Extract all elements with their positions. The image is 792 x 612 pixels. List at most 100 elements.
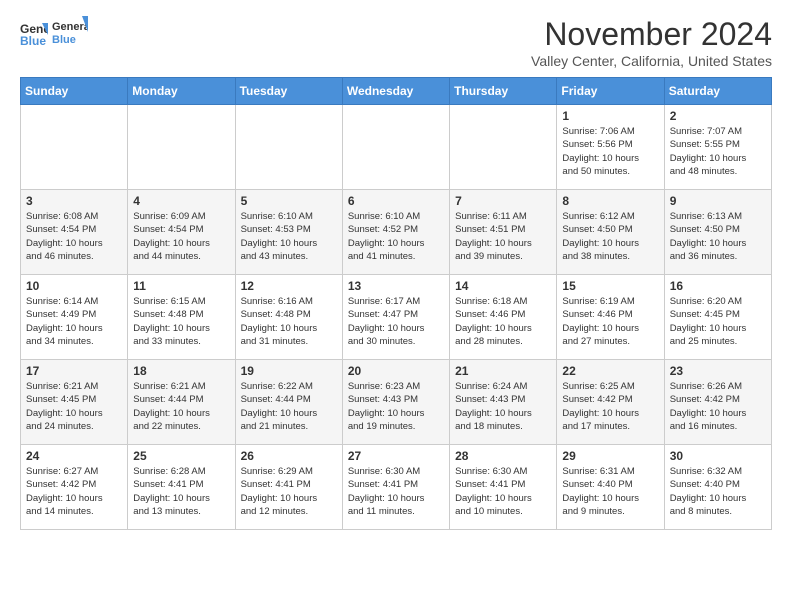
header: General Blue General Blue November 2024 … [20,16,772,69]
week-row-2: 3 Sunrise: 6:08 AM Sunset: 4:54 PM Daylig… [21,190,772,275]
calendar-cell: 12 Sunrise: 6:16 AM Sunset: 4:48 PM Dayli… [235,275,342,360]
location-title: Valley Center, California, United States [531,53,772,69]
day-number: 13 [348,279,444,293]
day-number: 22 [562,364,658,378]
day-number: 28 [455,449,551,463]
day-number: 12 [241,279,337,293]
header-sunday: Sunday [21,78,128,105]
day-number: 30 [670,449,766,463]
day-info: Sunrise: 6:17 AM Sunset: 4:47 PM Dayligh… [348,295,444,348]
calendar-cell: 15Sunrise: 6:19 AM Sunset: 4:46 PM Dayli… [557,275,664,360]
calendar-cell: 10 Sunrise: 6:14 AM Sunset: 4:49 PM Dayli… [21,275,128,360]
day-number: 10 [26,279,122,293]
day-number: 11 [133,279,229,293]
day-number: 24 [26,449,122,463]
day-number: 25 [133,449,229,463]
day-info: Sunrise: 6:13 AM Sunset: 4:50 PM Dayligh… [670,210,766,263]
calendar-cell: 23Sunrise: 6:26 AM Sunset: 4:42 PM Dayli… [664,360,771,445]
day-info: Sunrise: 6:16 AM Sunset: 4:48 PM Dayligh… [241,295,337,348]
day-number: 3 [26,194,122,208]
svg-text:Blue: Blue [20,34,46,47]
day-info: Sunrise: 6:27 AM Sunset: 4:42 PM Dayligh… [26,465,122,518]
calendar-cell: 2 Sunrise: 7:07 AM Sunset: 5:55 PM Daylig… [664,105,771,190]
calendar-cell: 17 Sunrise: 6:21 AM Sunset: 4:45 PM Dayli… [21,360,128,445]
day-info: Sunrise: 6:30 AM Sunset: 4:41 PM Dayligh… [348,465,444,518]
logo: General Blue General Blue [20,16,88,50]
day-info: Sunrise: 6:14 AM Sunset: 4:49 PM Dayligh… [26,295,122,348]
day-info: Sunrise: 6:32 AM Sunset: 4:40 PM Dayligh… [670,465,766,518]
day-number: 21 [455,364,551,378]
calendar-cell: 22 Sunrise: 6:25 AM Sunset: 4:42 PM Dayli… [557,360,664,445]
calendar-cell: 13 Sunrise: 6:17 AM Sunset: 4:47 PM Dayli… [342,275,449,360]
calendar-cell: 5Sunrise: 6:10 AM Sunset: 4:53 PM Daylig… [235,190,342,275]
day-info: Sunrise: 6:30 AM Sunset: 4:41 PM Dayligh… [455,465,551,518]
day-info: Sunrise: 6:08 AM Sunset: 4:54 PM Dayligh… [26,210,122,263]
calendar-cell: 14Sunrise: 6:18 AM Sunset: 4:46 PM Dayli… [450,275,557,360]
day-number: 26 [241,449,337,463]
day-number: 17 [26,364,122,378]
day-info: Sunrise: 7:06 AM Sunset: 5:56 PM Dayligh… [562,125,658,178]
header-wednesday: Wednesday [342,78,449,105]
header-monday: Monday [128,78,235,105]
header-saturday: Saturday [664,78,771,105]
calendar-cell: 3 Sunrise: 6:08 AM Sunset: 4:54 PM Daylig… [21,190,128,275]
calendar-cell: 30 Sunrise: 6:32 AM Sunset: 4:40 PM Dayli… [664,445,771,530]
calendar-cell [128,105,235,190]
day-info: Sunrise: 6:28 AM Sunset: 4:41 PM Dayligh… [133,465,229,518]
day-info: Sunrise: 6:29 AM Sunset: 4:41 PM Dayligh… [241,465,337,518]
day-info: Sunrise: 6:11 AM Sunset: 4:51 PM Dayligh… [455,210,551,263]
week-row-1: 1 Sunrise: 7:06 AM Sunset: 5:56 PM Daylig… [21,105,772,190]
day-info: Sunrise: 6:19 AM Sunset: 4:46 PM Dayligh… [562,295,658,348]
calendar-cell: 29 Sunrise: 6:31 AM Sunset: 4:40 PM Dayli… [557,445,664,530]
logo-icon: General Blue [20,19,48,47]
day-info: Sunrise: 6:21 AM Sunset: 4:44 PM Dayligh… [133,380,229,433]
day-info: Sunrise: 6:15 AM Sunset: 4:48 PM Dayligh… [133,295,229,348]
calendar-cell: 16 Sunrise: 6:20 AM Sunset: 4:45 PM Dayli… [664,275,771,360]
header-thursday: Thursday [450,78,557,105]
week-row-4: 17 Sunrise: 6:21 AM Sunset: 4:45 PM Dayli… [21,360,772,445]
calendar-cell: 4 Sunrise: 6:09 AM Sunset: 4:54 PM Daylig… [128,190,235,275]
day-number: 4 [133,194,229,208]
header-friday: Friday [557,78,664,105]
calendar-cell: 19Sunrise: 6:22 AM Sunset: 4:44 PM Dayli… [235,360,342,445]
calendar-cell: 27 Sunrise: 6:30 AM Sunset: 4:41 PM Dayli… [342,445,449,530]
day-number: 9 [670,194,766,208]
calendar-cell: 6 Sunrise: 6:10 AM Sunset: 4:52 PM Daylig… [342,190,449,275]
day-info: Sunrise: 6:18 AM Sunset: 4:46 PM Dayligh… [455,295,551,348]
day-number: 7 [455,194,551,208]
day-info: Sunrise: 7:07 AM Sunset: 5:55 PM Dayligh… [670,125,766,178]
calendar-cell: 24 Sunrise: 6:27 AM Sunset: 4:42 PM Dayli… [21,445,128,530]
calendar-cell: 18 Sunrise: 6:21 AM Sunset: 4:44 PM Dayli… [128,360,235,445]
day-info: Sunrise: 6:25 AM Sunset: 4:42 PM Dayligh… [562,380,658,433]
day-info: Sunrise: 6:10 AM Sunset: 4:53 PM Dayligh… [241,210,337,263]
day-info: Sunrise: 6:09 AM Sunset: 4:54 PM Dayligh… [133,210,229,263]
day-number: 23 [670,364,766,378]
day-number: 16 [670,279,766,293]
day-info: Sunrise: 6:10 AM Sunset: 4:52 PM Dayligh… [348,210,444,263]
day-number: 1 [562,109,658,123]
header-row: SundayMondayTuesdayWednesdayThursdayFrid… [21,78,772,105]
day-number: 20 [348,364,444,378]
calendar-cell [342,105,449,190]
day-number: 18 [133,364,229,378]
calendar-cell: 21Sunrise: 6:24 AM Sunset: 4:43 PM Dayli… [450,360,557,445]
day-number: 2 [670,109,766,123]
day-info: Sunrise: 6:21 AM Sunset: 4:45 PM Dayligh… [26,380,122,433]
day-number: 29 [562,449,658,463]
title-area: November 2024 Valley Center, California,… [531,16,772,69]
month-title: November 2024 [531,16,772,53]
week-row-3: 10 Sunrise: 6:14 AM Sunset: 4:49 PM Dayli… [21,275,772,360]
logo-wordmark: General Blue [52,16,88,50]
calendar-table: SundayMondayTuesdayWednesdayThursdayFrid… [20,77,772,530]
day-number: 6 [348,194,444,208]
calendar-cell: 20Sunrise: 6:23 AM Sunset: 4:43 PM Dayli… [342,360,449,445]
svg-text:General: General [52,21,88,33]
day-number: 27 [348,449,444,463]
calendar-cell [21,105,128,190]
calendar-cell: 8Sunrise: 6:12 AM Sunset: 4:50 PM Daylig… [557,190,664,275]
header-tuesday: Tuesday [235,78,342,105]
calendar-cell: 26 Sunrise: 6:29 AM Sunset: 4:41 PM Dayli… [235,445,342,530]
day-info: Sunrise: 6:20 AM Sunset: 4:45 PM Dayligh… [670,295,766,348]
day-info: Sunrise: 6:31 AM Sunset: 4:40 PM Dayligh… [562,465,658,518]
day-number: 8 [562,194,658,208]
